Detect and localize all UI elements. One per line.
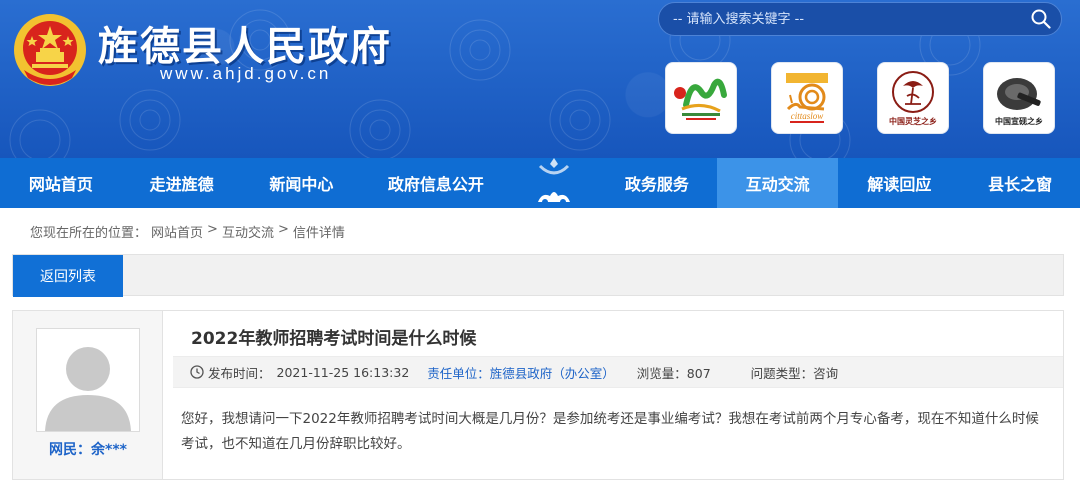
letter-meta: 发布时间： 2021-11-25 16:13:32 责任单位：旌德县政府（办公室… <box>173 356 1063 388</box>
inkstone-caption: 中国宣砚之乡 <box>995 115 1043 126</box>
breadcrumb: 您现在所在的位置： 网站首页 > 互动交流 > 信件详情 <box>30 222 345 241</box>
lingzhi-caption: 中国灵芝之乡 <box>889 115 937 126</box>
nav-item-home[interactable]: 网站首页 <box>0 158 122 208</box>
letter-title: 2022年教师招聘考试时间是什么时候 <box>191 329 477 349</box>
breadcrumb-interaction[interactable]: 互动交流 <box>222 222 274 241</box>
letter-content: 您好，我想请问一下2022年教师招聘考试时间大概是几月份？是参加统考还是事业编考… <box>181 411 1039 452</box>
nav-item-magistrate[interactable]: 县长之窗 <box>960 158 1080 208</box>
clock-icon <box>190 365 204 379</box>
author-name: 网民：余*** <box>49 442 127 458</box>
breadcrumb-prefix: 您现在所在的位置： <box>30 226 148 241</box>
main-nav: 网站首页 走进旌德 新闻中心 政府信息公开 政务服务 互动交流 解读回应 县长之… <box>0 158 1080 208</box>
national-emblem-icon <box>14 14 86 86</box>
breadcrumb-separator: > <box>277 222 289 237</box>
nav-item-about[interactable]: 走进旌德 <box>122 158 242 208</box>
nav-item-interpretation[interactable]: 解读回应 <box>838 158 960 208</box>
site-url: www.ahjd.gov.cn <box>160 64 332 83</box>
search-icon <box>1031 9 1051 29</box>
breadcrumb-current: 信件详情 <box>292 226 345 241</box>
letter-main: 2022年教师招聘考试时间是什么时候 发布时间： 2021-11-25 16:1… <box>163 311 1063 479</box>
breadcrumb-separator: > <box>207 222 218 237</box>
question-type: 问题类型：咨询 <box>750 365 839 381</box>
publish-label: 发布时间： <box>208 365 271 381</box>
inkstone-icon <box>997 77 1041 110</box>
badge-lingzhi[interactable]: 中国灵芝之乡 <box>877 62 949 134</box>
cittaslow-text: cittaslow <box>791 111 824 121</box>
avatar <box>36 328 140 432</box>
responsible-unit[interactable]: 责任单位：旌德县政府（办公室） <box>427 363 615 382</box>
search-button[interactable] <box>1021 2 1061 36</box>
view-count: 浏览量：807 <box>636 365 711 381</box>
back-bar: 返回列表 <box>12 254 1064 297</box>
search-input[interactable] <box>659 3 1021 35</box>
cittaslow-snail-icon: cittaslow <box>786 73 828 123</box>
nav-ornament <box>511 158 597 208</box>
breadcrumb-home[interactable]: 网站首页 <box>151 222 203 241</box>
site-header: 旌德县人民政府 www.ahjd.gov.cn cittaslow <box>0 0 1080 158</box>
lingzhi-seal-icon <box>892 70 934 113</box>
cloud-ornament-icon <box>537 158 570 205</box>
author-sidebar: 网民：余*** <box>13 311 163 479</box>
nav-item-news[interactable]: 新闻中心 <box>242 158 362 208</box>
user-placeholder-icon <box>37 329 139 431</box>
publish-time: 2021-11-25 16:13:32 <box>276 364 410 380</box>
nav-item-gov-info[interactable]: 政府信息公开 <box>361 158 510 208</box>
badge-inkstone[interactable]: 中国宣砚之乡 <box>983 62 1055 134</box>
search-box <box>658 2 1062 36</box>
nav-item-interaction[interactable]: 互动交流 <box>716 158 839 208</box>
tourism-logo-icon <box>674 78 727 120</box>
nav-item-services[interactable]: 政务服务 <box>597 158 717 208</box>
letter-panel: 网民：余*** 2022年教师招聘考试时间是什么时候 发布时间： 2021-11… <box>12 310 1064 480</box>
badge-cittaslow[interactable]: cittaslow <box>771 62 843 134</box>
badge-tourism[interactable] <box>665 62 737 134</box>
back-to-list-button[interactable]: 返回列表 <box>13 255 123 297</box>
